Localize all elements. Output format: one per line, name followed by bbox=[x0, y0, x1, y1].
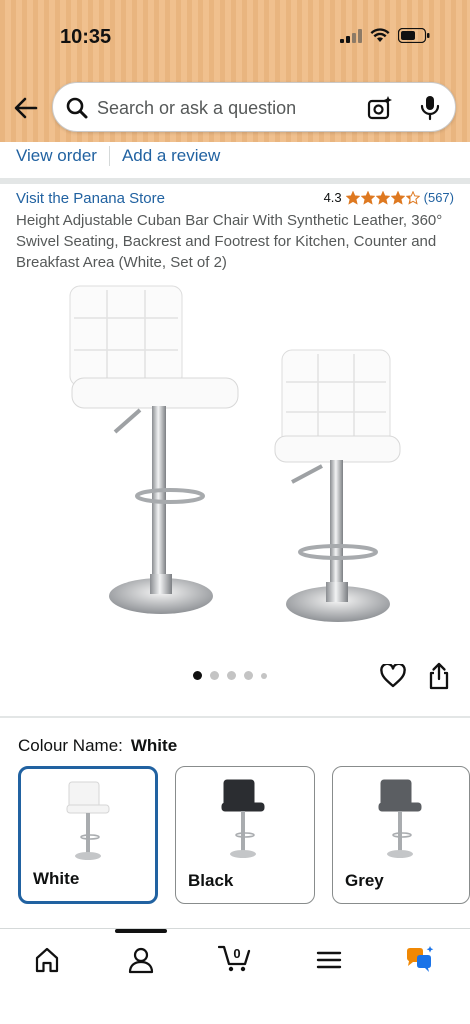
left-chair bbox=[69, 285, 239, 614]
store-link[interactable]: Visit the Panana Store bbox=[16, 190, 165, 207]
rating-summary[interactable]: 4.3 (567) bbox=[324, 190, 454, 205]
wifi-icon bbox=[370, 28, 390, 42]
star-icon bbox=[345, 190, 360, 205]
star-icon bbox=[390, 190, 405, 205]
order-links: View order Add a review bbox=[16, 144, 220, 168]
microphone-icon[interactable] bbox=[419, 95, 441, 121]
link-divider bbox=[108, 146, 110, 166]
colour-label-text: Colour Name: bbox=[18, 736, 123, 755]
search-input[interactable]: Search or ask a question bbox=[52, 82, 456, 132]
search-icon bbox=[66, 97, 88, 119]
app-header: 10:35 Search or ask a question bbox=[0, 0, 470, 142]
view-order-link[interactable]: View order bbox=[16, 146, 97, 166]
cart-count: 0 bbox=[233, 946, 240, 961]
section-divider-thin bbox=[0, 716, 470, 718]
battery-icon bbox=[398, 28, 430, 43]
search-placeholder: Search or ask a question bbox=[97, 98, 297, 118]
product-title: Height Adjustable Cuban Bar Chair With S… bbox=[16, 212, 443, 271]
back-arrow-icon[interactable] bbox=[12, 94, 40, 122]
star-icon bbox=[405, 190, 420, 205]
carousel-dot[interactable] bbox=[193, 671, 202, 680]
grey-chair-thumbnail bbox=[378, 779, 422, 858]
white-chair-thumbnail bbox=[66, 781, 110, 860]
camera-sparkle-icon[interactable] bbox=[367, 95, 393, 121]
account-icon[interactable] bbox=[126, 945, 156, 975]
carousel-dot[interactable] bbox=[210, 671, 219, 680]
heart-icon[interactable] bbox=[380, 664, 406, 688]
colour-option-label: Grey bbox=[345, 871, 384, 890]
colour-option-label: Black bbox=[188, 871, 234, 890]
carousel-dot[interactable] bbox=[227, 671, 236, 680]
rufus-icon[interactable] bbox=[404, 945, 434, 975]
star-rating bbox=[345, 190, 420, 205]
carousel-dot[interactable] bbox=[261, 672, 267, 679]
colour-option-black[interactable]: Black bbox=[175, 766, 315, 904]
active-tab-indicator bbox=[115, 929, 167, 933]
status-time: 10:35 bbox=[60, 26, 112, 48]
image-carousel-dots[interactable] bbox=[193, 671, 267, 680]
share-icon[interactable] bbox=[428, 662, 450, 690]
rating-value: 4.3 bbox=[323, 190, 342, 205]
product-image[interactable] bbox=[60, 282, 410, 642]
review-count[interactable]: (567) bbox=[424, 190, 454, 205]
star-icon bbox=[360, 190, 375, 205]
colour-option-white[interactable]: White bbox=[18, 766, 158, 904]
selected-colour: White bbox=[130, 736, 178, 755]
right-chair bbox=[274, 349, 401, 622]
bottom-navigation: 0 bbox=[0, 928, 470, 1024]
menu-icon[interactable] bbox=[314, 945, 344, 975]
colour-name-label: Colour Name: White bbox=[18, 736, 177, 756]
black-chair-thumbnail bbox=[221, 779, 265, 858]
section-divider bbox=[0, 178, 470, 184]
add-review-link[interactable]: Add a review bbox=[122, 146, 220, 166]
star-icon bbox=[375, 190, 390, 205]
signal-icon bbox=[340, 28, 362, 43]
colour-option-grey[interactable]: Grey bbox=[332, 766, 470, 904]
home-icon[interactable] bbox=[32, 945, 62, 975]
status-icons bbox=[340, 28, 430, 43]
carousel-dot[interactable] bbox=[244, 671, 253, 680]
cart-icon[interactable]: 0 bbox=[218, 941, 252, 973]
colour-option-label: White bbox=[33, 869, 80, 888]
